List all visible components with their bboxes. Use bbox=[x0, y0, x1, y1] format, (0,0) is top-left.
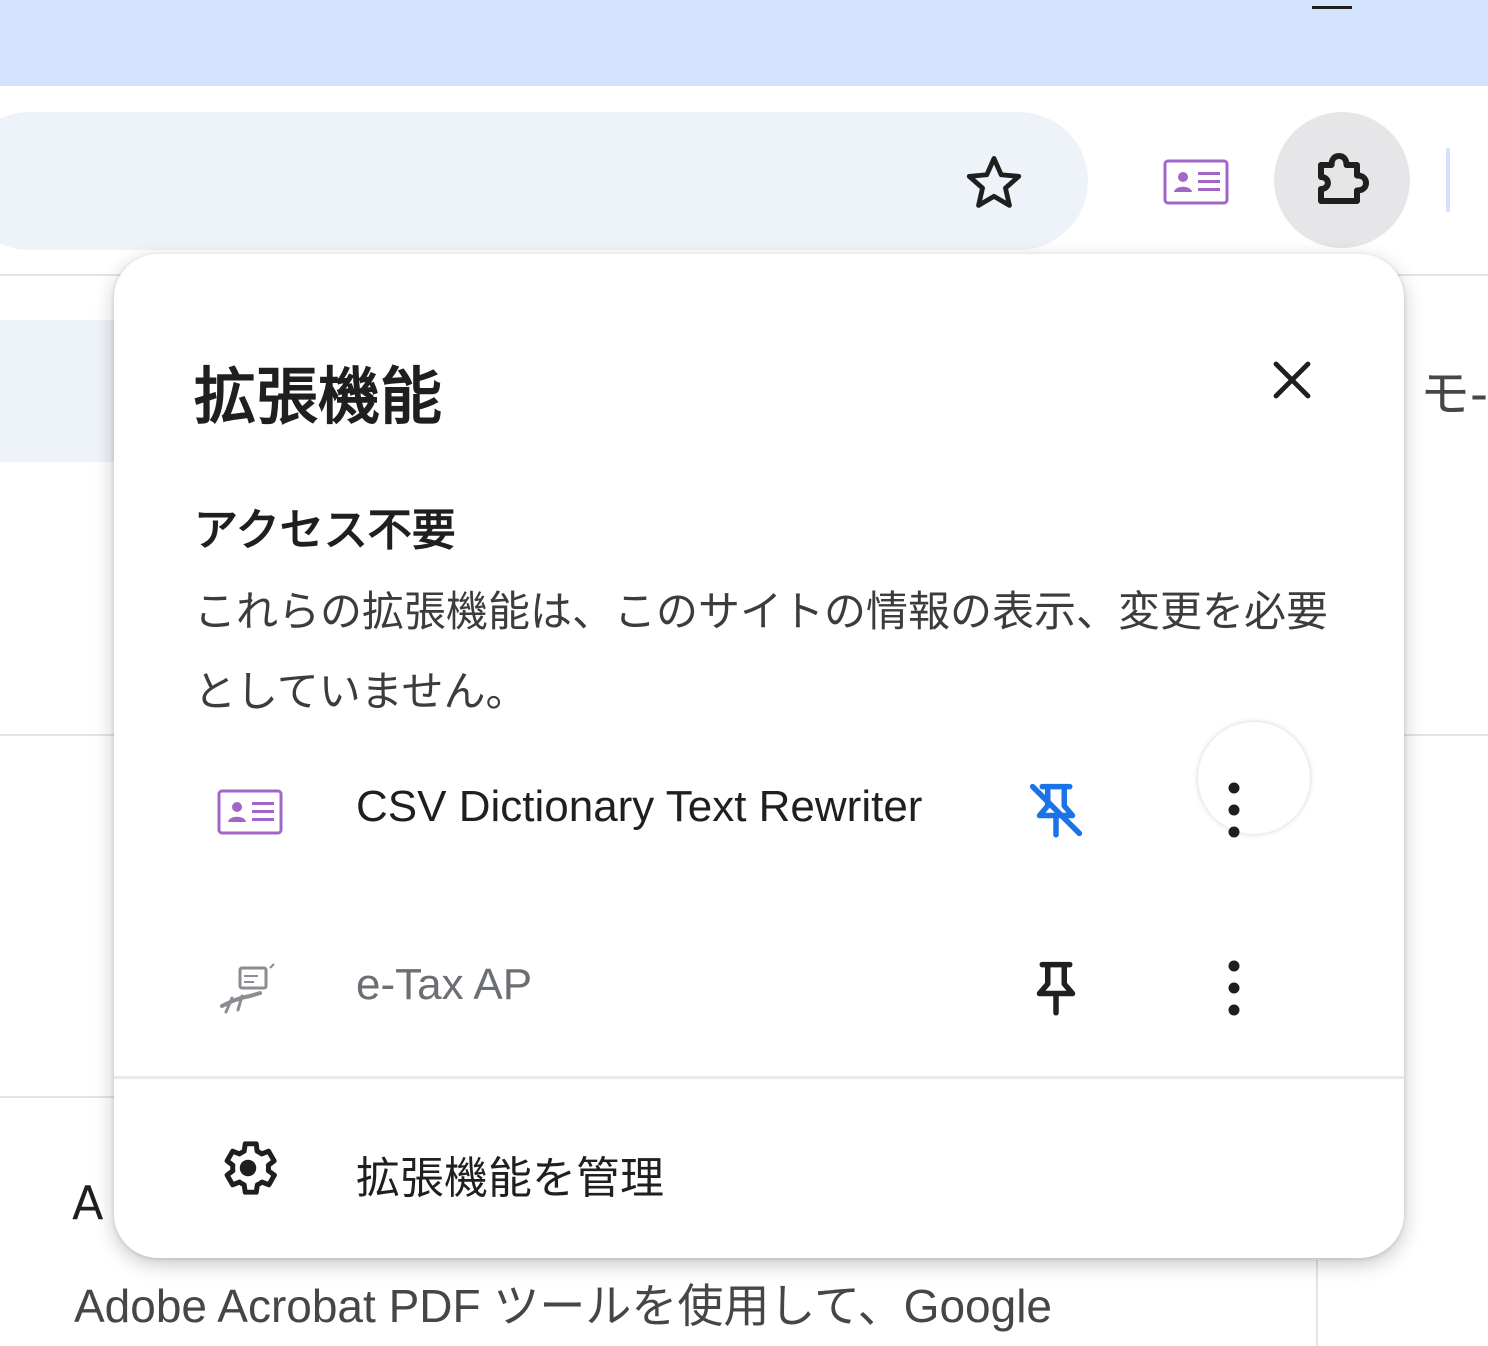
pin-icon[interactable] bbox=[1020, 952, 1092, 1024]
page-divider bbox=[0, 734, 120, 736]
minimize-icon[interactable] bbox=[1312, 6, 1352, 9]
window-titlebar bbox=[0, 0, 1488, 86]
extension-name: e-Tax AP bbox=[356, 960, 533, 1009]
toolbar-extension-id-card-icon[interactable] bbox=[1156, 150, 1236, 214]
popup-title: 拡張機能 bbox=[194, 360, 443, 433]
manage-extensions-label: 拡張機能を管理 bbox=[356, 1153, 664, 1204]
gear-icon bbox=[212, 1132, 284, 1204]
unpin-icon[interactable] bbox=[1020, 774, 1092, 846]
extension-row[interactable]: CSV Dictionary Text Rewriter bbox=[114, 738, 1404, 888]
page-title-fragment[interactable]: A bbox=[72, 1176, 103, 1230]
manage-extensions-button[interactable]: 拡張機能を管理 bbox=[114, 1102, 1404, 1242]
section-description: これらの拡張機能は、このサイトの情報の表示、変更を必要としていません。 bbox=[194, 587, 1329, 716]
popup-divider bbox=[114, 1076, 1404, 1079]
extensions-puzzle-icon[interactable] bbox=[1274, 112, 1410, 248]
more-options-icon[interactable] bbox=[1198, 774, 1270, 846]
extension-row[interactable]: e-Tax AP bbox=[114, 916, 1404, 1066]
page-text-fragment: モ- bbox=[1420, 365, 1488, 423]
more-options-icon[interactable] bbox=[1198, 952, 1270, 1024]
extension-name: CSV Dictionary Text Rewriter bbox=[356, 782, 923, 831]
close-icon[interactable] bbox=[1256, 344, 1328, 416]
page-description: Adobe Acrobat PDF ツールを使用して、Google bbox=[74, 1280, 1052, 1332]
bookmark-star-icon[interactable] bbox=[956, 145, 1032, 221]
section-title: アクセス不要 bbox=[194, 505, 456, 556]
etax-icon bbox=[210, 954, 290, 1026]
extensions-popup: 拡張機能 アクセス不要 これらの拡張機能は、このサイトの情報の表示、変更を必要と… bbox=[114, 254, 1404, 1258]
id-card-icon bbox=[210, 776, 290, 848]
page-sidebar-highlight bbox=[0, 320, 120, 462]
page-divider bbox=[1316, 1260, 1318, 1346]
page-divider bbox=[1400, 734, 1488, 736]
toolbar-separator bbox=[1446, 148, 1450, 212]
page-divider bbox=[0, 1096, 120, 1098]
address-bar[interactable] bbox=[0, 112, 1088, 250]
